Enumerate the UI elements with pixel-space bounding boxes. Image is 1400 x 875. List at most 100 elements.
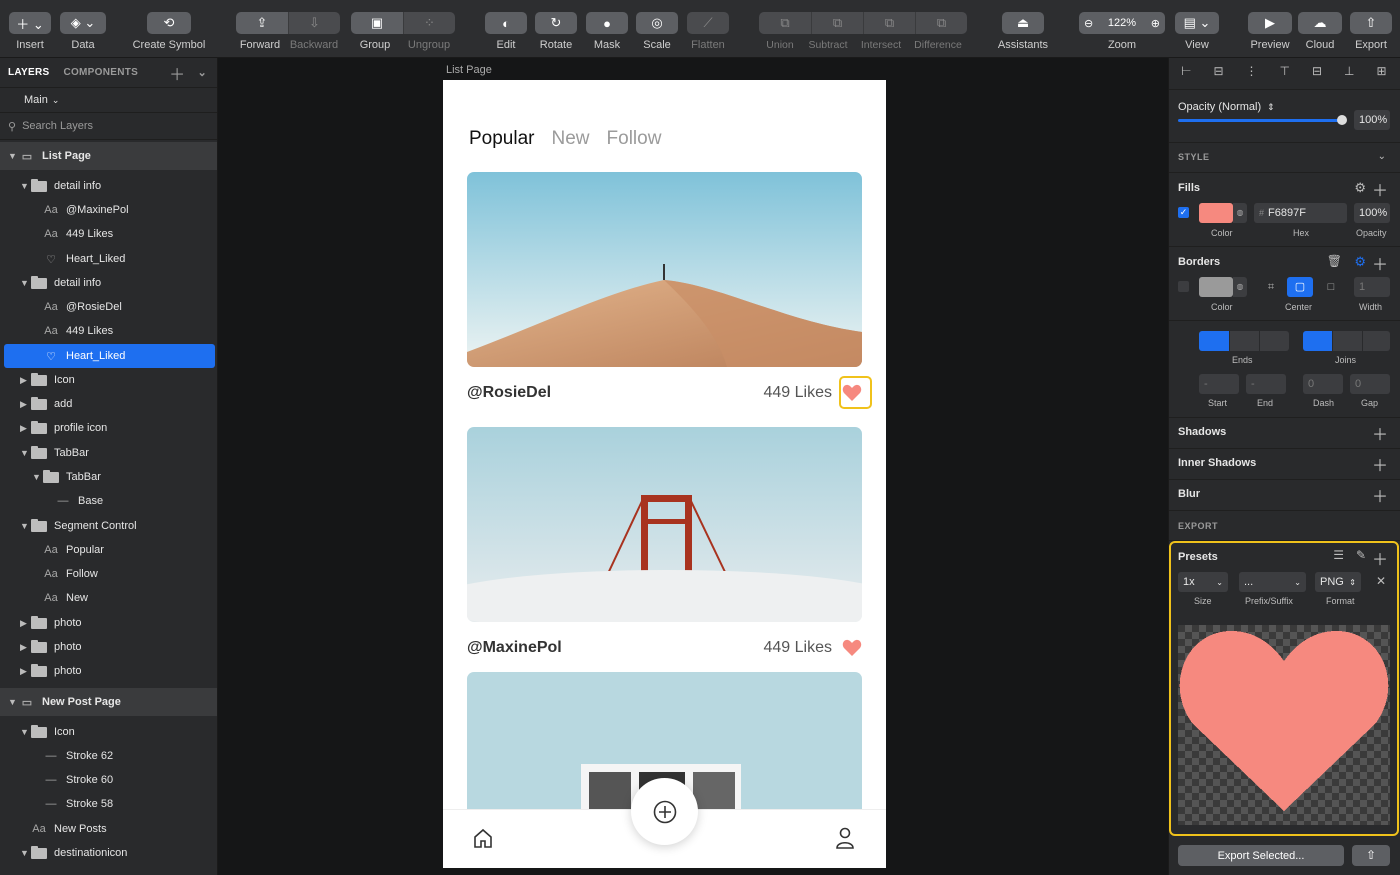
cloud-tool[interactable]: ☁ Cloud xyxy=(1297,0,1343,58)
disclosure-expanded-icon[interactable]: ▼ xyxy=(20,727,30,737)
layer-row[interactable]: ▼ TabBar xyxy=(0,465,217,489)
border-center-icon[interactable]: ▢ xyxy=(1287,277,1313,297)
flatten-button[interactable]: ⟋ xyxy=(687,12,729,34)
opacity-input[interactable]: 100% xyxy=(1354,110,1390,130)
export-selected-button[interactable]: Export Selected... xyxy=(1178,845,1344,866)
ungroup-button[interactable]: ⁘ xyxy=(403,12,455,34)
end-arrow-select[interactable]: - xyxy=(1246,374,1286,394)
disclosure-expanded-icon[interactable]: ▼ xyxy=(20,521,30,531)
view-tool[interactable]: ▤ ⌄ View xyxy=(1174,0,1220,58)
intersect-button[interactable]: ⧉ xyxy=(863,12,915,34)
add-shadow-icon[interactable]: ＋ xyxy=(1372,421,1388,445)
create-symbol-tool[interactable]: ⟲ Create Symbol xyxy=(128,0,210,58)
home-icon[interactable] xyxy=(473,828,493,848)
forward-button[interactable]: ⇪ xyxy=(236,12,288,34)
heart-liked-icon[interactable] xyxy=(842,639,862,657)
fill-hex-input[interactable]: F6897F xyxy=(1268,207,1306,219)
align-center-icon[interactable]: ⊟ xyxy=(1213,64,1223,78)
add-fill-icon[interactable]: ＋ xyxy=(1372,177,1388,201)
layer-row[interactable]: Aa New Posts xyxy=(0,817,217,841)
export-tool[interactable]: ⇧ Export xyxy=(1348,0,1394,58)
layer-row[interactable]: ▶ Icon xyxy=(0,368,217,392)
photo-desert[interactable] xyxy=(467,172,862,367)
disclosure-collapsed-icon[interactable]: ▶ xyxy=(20,666,30,677)
border-enabled-checkbox[interactable] xyxy=(1178,281,1189,292)
data-button[interactable]: ◈ ⌄ xyxy=(60,12,106,34)
layer-row[interactable]: ▶ photo xyxy=(0,659,217,683)
preview-tool[interactable]: ▶ Preview xyxy=(1246,0,1294,58)
layer-row[interactable]: ▼ TabBar xyxy=(0,441,217,465)
group-button[interactable]: ▣ xyxy=(351,12,403,34)
layer-row[interactable]: Aa New xyxy=(0,586,217,610)
layer-row[interactable]: Aa @MaxinePol xyxy=(0,198,217,222)
photo-bridge[interactable] xyxy=(467,427,862,622)
profile-icon[interactable] xyxy=(835,827,855,849)
insert-tool[interactable]: ＋ ⌄ Insert xyxy=(6,0,54,58)
layer-row[interactable]: — Stroke 62 xyxy=(0,744,217,768)
border-width-input[interactable]: 1 xyxy=(1354,277,1390,297)
layer-row[interactable]: Aa @RosieDel xyxy=(0,295,217,319)
layer-row[interactable]: ▼ detail info xyxy=(0,271,217,295)
zoom-out-icon[interactable]: ⊖ xyxy=(1084,17,1093,30)
disclosure-expanded-icon[interactable]: ▼ xyxy=(20,181,30,191)
disclosure-collapsed-icon[interactable]: ▶ xyxy=(20,375,30,386)
layer-row[interactable]: ▼ Segment Control xyxy=(0,514,217,538)
color-mode-icon[interactable]: ◍ xyxy=(1233,203,1247,223)
layer-row[interactable]: ▶ profile icon xyxy=(0,416,217,440)
mask-button[interactable]: ● xyxy=(586,12,628,34)
dash-input[interactable]: 0 xyxy=(1303,374,1343,394)
layer-row[interactable]: Aa Popular xyxy=(0,538,217,562)
align-top-icon[interactable]: ⊤ xyxy=(1280,64,1290,78)
gap-input[interactable]: 0 xyxy=(1350,374,1390,394)
distribute-h-icon[interactable]: ⊞ xyxy=(1376,64,1386,78)
align-middle-icon[interactable]: ⊟ xyxy=(1312,64,1322,78)
bevel-join-button[interactable] xyxy=(1363,331,1390,351)
disclosure-expanded-icon[interactable]: ▼ xyxy=(8,151,18,161)
disclosure-collapsed-icon[interactable]: ▶ xyxy=(20,399,30,410)
cloud-button[interactable]: ☁ xyxy=(1298,12,1342,34)
subtract-button[interactable]: ⧉ xyxy=(811,12,863,34)
backward-button[interactable]: ⇩ xyxy=(288,12,340,34)
opacity-slider[interactable] xyxy=(1178,119,1342,122)
disclosure-collapsed-icon[interactable]: ▶ xyxy=(20,423,30,434)
disclosure-collapsed-icon[interactable]: ▶ xyxy=(20,618,30,629)
align-bottom-icon[interactable]: ⊥ xyxy=(1344,64,1354,78)
color-mode-icon[interactable]: ◍ xyxy=(1233,277,1247,297)
gear-icon[interactable]: ⚙ xyxy=(1354,254,1366,270)
difference-button[interactable]: ⧉ xyxy=(915,12,967,34)
border-inside-icon[interactable]: ⌗ xyxy=(1259,277,1283,297)
layer-row[interactable]: Aa 449 Likes xyxy=(0,319,217,343)
rotate-button[interactable]: ↻ xyxy=(535,12,577,34)
distribute-icon[interactable]: ⋮ xyxy=(1246,64,1258,78)
border-color-swatch[interactable] xyxy=(1199,277,1233,297)
artboard-label[interactable]: List Page xyxy=(446,64,492,76)
preview-button[interactable]: ▶ xyxy=(1248,12,1292,34)
fill-enabled-checkbox[interactable]: ✓ xyxy=(1178,207,1189,218)
segment-follow[interactable]: Follow xyxy=(607,128,662,150)
create-symbol-button[interactable]: ⟲ xyxy=(147,12,191,34)
add-blur-icon[interactable]: ＋ xyxy=(1372,483,1388,507)
round-end-button[interactable] xyxy=(1230,331,1259,351)
edit-tool[interactable]: ◐ Edit xyxy=(482,0,530,58)
trash-icon[interactable]: 🗑 xyxy=(1327,254,1342,268)
segment-new[interactable]: New xyxy=(552,128,590,150)
assistants-tool[interactable]: ⏏ Assistants xyxy=(994,0,1052,58)
layer-row[interactable]: — Stroke 58 xyxy=(0,792,217,816)
start-arrow-select[interactable]: - xyxy=(1199,374,1239,394)
layer-row[interactable]: ▶ photo xyxy=(0,611,217,635)
fill-color-swatch[interactable] xyxy=(1199,203,1233,223)
export-button[interactable]: ⇧ xyxy=(1350,12,1392,34)
scale-button[interactable]: ◎ xyxy=(636,12,678,34)
square-end-button[interactable] xyxy=(1260,331,1289,351)
segment-popular[interactable]: Popular xyxy=(469,128,535,150)
flatten-tool[interactable]: ⟋ Flatten xyxy=(684,0,732,58)
layer-row[interactable]: ▼ Icon xyxy=(0,720,217,744)
align-left-icon[interactable]: ⊢ xyxy=(1181,64,1191,78)
layer-row[interactable]: ▶ photo xyxy=(0,635,217,659)
butt-end-button[interactable] xyxy=(1199,331,1229,351)
add-post-button[interactable] xyxy=(631,778,698,845)
insert-button[interactable]: ＋ ⌄ xyxy=(9,12,51,34)
share-export-button[interactable]: ⇧ xyxy=(1352,845,1390,866)
zoom-in-icon[interactable]: ⊕ xyxy=(1151,17,1160,30)
union-button[interactable]: ⧉ xyxy=(759,12,811,34)
